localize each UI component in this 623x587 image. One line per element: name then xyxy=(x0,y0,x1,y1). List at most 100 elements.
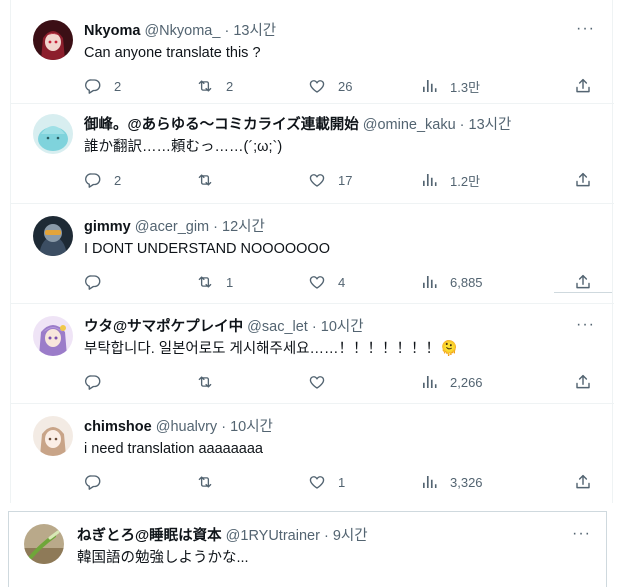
reply-button[interactable] xyxy=(84,472,114,492)
reply-button[interactable]: 2 xyxy=(84,76,121,96)
retweet-button[interactable] xyxy=(196,372,226,392)
like-button[interactable]: 26 xyxy=(308,76,352,96)
retweet-button[interactable] xyxy=(196,472,226,492)
like-button[interactable] xyxy=(308,372,338,392)
display-name[interactable]: chimshoe xyxy=(84,419,152,435)
reply-button[interactable] xyxy=(84,272,114,292)
retweet-count: 2 xyxy=(226,78,234,94)
analytics-icon xyxy=(420,473,438,491)
avatar[interactable] xyxy=(33,316,73,356)
reply-tweet-gimmy[interactable]: gimmy @acer_gim · 12시간 I DONT UNDERSTAND… xyxy=(11,204,614,304)
timestamp[interactable]: 10시간 xyxy=(321,319,364,335)
tweet-text: I DONT UNDERSTAND NOOOOOOO xyxy=(84,241,330,257)
user-handle[interactable]: @hualvry xyxy=(156,419,217,435)
timestamp[interactable]: 13시간 xyxy=(469,117,512,133)
reply-icon xyxy=(84,77,102,95)
reply-count: 2 xyxy=(114,172,122,188)
view-count: 6,885 xyxy=(450,274,483,290)
avatar[interactable] xyxy=(24,524,64,564)
retweet-button[interactable]: 2 xyxy=(196,76,233,96)
reply-icon xyxy=(84,171,102,189)
tweet-text: Can anyone translate this ? xyxy=(84,45,261,61)
action-bar: 2,266 xyxy=(84,372,604,392)
tweet-text: 韓国語の勉強しようかな... xyxy=(77,550,249,566)
retweet-icon xyxy=(196,273,214,291)
tweet-text: 誰か翻訳……頼むっ……(´;ω;`) xyxy=(84,139,283,155)
views-button[interactable]: 2,266 xyxy=(420,372,483,392)
display-name[interactable]: Nkyoma xyxy=(84,23,140,39)
like-button[interactable]: 4 xyxy=(308,272,345,292)
timestamp[interactable]: 12시간 xyxy=(222,219,265,235)
tweet-text: i need translation aaaaaaaa xyxy=(84,441,263,457)
timestamp[interactable]: 10시간 xyxy=(230,419,273,435)
avatar[interactable] xyxy=(33,114,73,154)
like-button[interactable]: 17 xyxy=(308,170,352,190)
heart-icon xyxy=(308,77,326,95)
views-button[interactable]: 6,885 xyxy=(420,272,483,292)
share-button[interactable] xyxy=(574,170,592,190)
heart-icon xyxy=(308,171,326,189)
like-count: 26 xyxy=(338,78,353,94)
separator: · xyxy=(311,319,317,335)
reply-tweet-nkyoma[interactable]: Nkyoma @Nkyoma_ · 13시간 ··· Can anyone tr… xyxy=(11,0,614,104)
share-icon xyxy=(574,77,592,95)
separator: · xyxy=(459,117,465,133)
display-name[interactable]: 御峰。@あらゆる～コミカライズ連載開始 xyxy=(84,117,359,133)
user-handle[interactable]: @acer_gim xyxy=(135,219,209,235)
retweet-button[interactable] xyxy=(196,170,226,190)
reply-tweet-uta[interactable]: ウタ@サマポケプレイ中 @sac_let · 10시간 ··· 부탁합니다. 일… xyxy=(11,304,614,404)
reply-button[interactable]: 2 xyxy=(84,170,121,190)
display-name[interactable]: ウタ@サマポケプレイ中 xyxy=(84,319,243,335)
share-icon xyxy=(574,473,592,491)
like-button[interactable]: 1 xyxy=(308,472,345,492)
timestamp[interactable]: 13시간 xyxy=(233,23,276,39)
replies-panel: Nkyoma @Nkyoma_ · 13시간 ··· Can anyone tr… xyxy=(10,0,614,503)
display-name[interactable]: ねぎとろ@睡眠は資本 xyxy=(77,528,222,544)
more-options-icon[interactable]: ··· xyxy=(576,21,594,42)
reply-icon xyxy=(84,373,102,391)
reply-icon xyxy=(84,473,102,491)
view-count: 1.2만 xyxy=(450,173,481,189)
heart-icon xyxy=(308,473,326,491)
heart-icon xyxy=(308,373,326,391)
share-icon xyxy=(574,171,592,189)
user-handle[interactable]: @Nkyoma_ xyxy=(144,23,220,39)
views-button[interactable]: 1.3만 xyxy=(420,76,480,96)
user-handle[interactable]: @1RYUtrainer xyxy=(226,528,320,544)
avatar[interactable] xyxy=(33,216,73,256)
share-button[interactable] xyxy=(574,272,592,292)
reply-tweet-chimshoe[interactable]: chimshoe @hualvry · 10시간 i need translat… xyxy=(11,404,614,503)
user-handle[interactable]: @omine_kaku xyxy=(363,117,456,133)
like-count: 1 xyxy=(338,474,346,490)
separator: · xyxy=(224,23,230,39)
views-button[interactable]: 1.2만 xyxy=(420,170,480,190)
like-count: 4 xyxy=(338,274,346,290)
timestamp[interactable]: 9시간 xyxy=(333,528,368,544)
avatar[interactable] xyxy=(33,416,73,456)
reply-tweet-omine[interactable]: 御峰。@あらゆる～コミカライズ連載開始 @omine_kaku · 13시간 誰… xyxy=(11,104,614,204)
retweet-icon xyxy=(196,473,214,491)
retweet-icon xyxy=(196,373,214,391)
more-options-icon[interactable]: ··· xyxy=(572,526,590,547)
analytics-icon xyxy=(420,77,438,95)
view-count: 1.3만 xyxy=(450,79,481,95)
reply-button[interactable] xyxy=(84,372,114,392)
retweet-button[interactable]: 1 xyxy=(196,272,233,292)
tweet-header: ウタ@サマポケプレイ中 @sac_let · 10시간 xyxy=(84,318,564,336)
share-button[interactable] xyxy=(574,472,592,492)
more-options-icon[interactable]: ··· xyxy=(576,317,594,338)
action-bar: 2 17 1.2만 xyxy=(84,170,604,190)
avatar[interactable] xyxy=(33,20,73,60)
user-handle[interactable]: @sac_let xyxy=(247,319,308,335)
tweet-header: ねぎとろ@睡眠は資本 @1RYUtrainer · 9시간 xyxy=(77,527,556,545)
display-name[interactable]: gimmy xyxy=(84,219,131,235)
view-count: 3,326 xyxy=(450,474,483,490)
share-button[interactable] xyxy=(574,372,592,392)
share-button[interactable] xyxy=(574,76,592,96)
views-button[interactable]: 3,326 xyxy=(420,472,483,492)
action-bar: 1 4 6,885 xyxy=(84,272,604,292)
quote-tweet-negitoro[interactable]: ねぎとろ@睡眠は資本 @1RYUtrainer · 9시간 ··· 韓国語の勉強… xyxy=(8,511,607,587)
retweet-count: 1 xyxy=(226,274,234,290)
heart-icon xyxy=(308,273,326,291)
like-count: 17 xyxy=(338,172,353,188)
